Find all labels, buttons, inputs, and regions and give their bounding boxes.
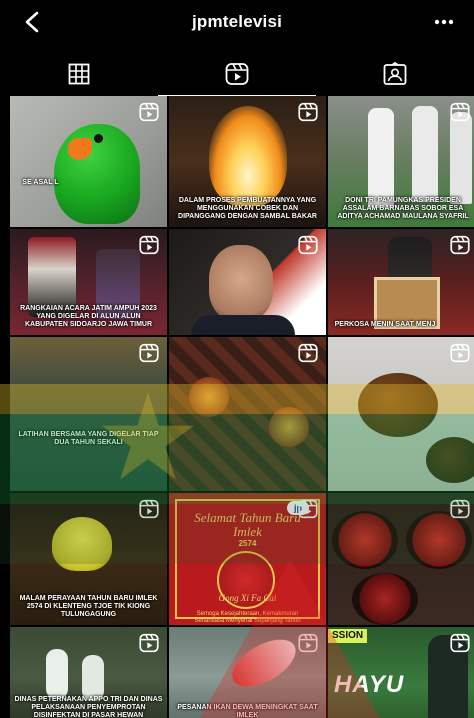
poster-year: 2574 [238, 539, 257, 548]
profile-header: jpmtelevisi [0, 0, 474, 44]
reels-icon [139, 235, 159, 255]
player-figure [412, 106, 438, 202]
reel-caption: DINAS PETERNAKAN APPO TRI DAN DINAS PELA… [14, 696, 163, 718]
reel-post[interactable] [328, 337, 474, 491]
tab-reels[interactable] [158, 52, 316, 96]
reel-caption: DONI TRI PAMUNGKAS PRESIDEN ASSALAM BARN… [337, 197, 469, 220]
batik-motif [189, 377, 229, 417]
reel-post[interactable] [169, 337, 326, 491]
player-figure [368, 108, 394, 208]
reel-post[interactable]: DALAM PROSES PEMBUATANNYA YANG MENGGUNAK… [169, 96, 326, 227]
reels-icon [139, 633, 159, 653]
reels-icon [450, 343, 470, 363]
reel-post[interactable]: SE ASAL L [10, 96, 167, 227]
reels-icon [450, 235, 470, 255]
lion-dance-head [52, 517, 112, 571]
poster-greeting: Selamat Tahun Baru Imlek [194, 510, 301, 539]
reel-post[interactable] [169, 229, 326, 335]
reels-icon [139, 102, 159, 122]
reel-post[interactable]: DONI TRI PAMUNGKAS PRESIDEN ASSALAM BARN… [328, 96, 474, 227]
parrot-eye [94, 134, 103, 143]
back-button[interactable] [14, 6, 50, 38]
reels-icon [139, 343, 159, 363]
cookie-item [426, 437, 474, 483]
portrait-suit [191, 315, 295, 335]
player-figure [450, 112, 472, 204]
reel-post[interactable]: MALAM PERAYAAN TAHUN BARU IMLEK 2574 DI … [10, 493, 167, 625]
reel-caption: SE ASAL L [22, 179, 59, 186]
overlay-red-triangle [200, 560, 380, 718]
reels-icon [225, 63, 249, 85]
reel-post[interactable]: PERKOSA MENIN SAAT MENJ [328, 229, 474, 335]
reels-icon [450, 102, 470, 122]
portrait-face [209, 245, 273, 321]
tab-grid[interactable] [0, 52, 158, 96]
more-horizontal-icon [434, 19, 454, 25]
fire-flames [209, 106, 287, 206]
reels-icon [450, 633, 470, 653]
reels-icon [298, 343, 318, 363]
tagged-icon [383, 62, 407, 85]
reels-icon [298, 235, 318, 255]
cake-item [406, 511, 472, 569]
reel-caption: PERKOSA MENIN SAAT MENJ [334, 321, 436, 328]
reel-post[interactable]: DINAS PETERNAKAN APPO TRI DAN DINAS PELA… [10, 627, 167, 718]
reels-icon [139, 499, 159, 519]
reels-icon [450, 499, 470, 519]
batik-motif [269, 407, 309, 447]
chevron-left-icon [25, 11, 39, 33]
reel-caption: RANGKAIAN ACARA JATIM AMPUH 2023 YANG DI… [20, 305, 157, 328]
profile-tabs [0, 52, 474, 96]
reel-caption: MALAM PERAYAAN TAHUN BARU IMLEK 2574 DI … [19, 595, 158, 618]
worker-figure [82, 655, 104, 701]
tab-tagged[interactable] [316, 52, 474, 96]
more-options-button[interactable] [426, 6, 462, 38]
reel-caption: DALAM PROSES PEMBUATANNYA YANG MENGGUNAK… [178, 197, 317, 220]
reels-icon [298, 499, 318, 519]
profile-username: jpmtelevisi [191, 12, 283, 31]
reel-post[interactable]: RANGKAIAN ACARA JATIM AMPUH 2023 YANG DI… [10, 229, 167, 335]
grid-icon [68, 63, 90, 85]
cookie-item [358, 373, 438, 437]
reels-icon [298, 102, 318, 122]
worker-figure [46, 649, 68, 699]
